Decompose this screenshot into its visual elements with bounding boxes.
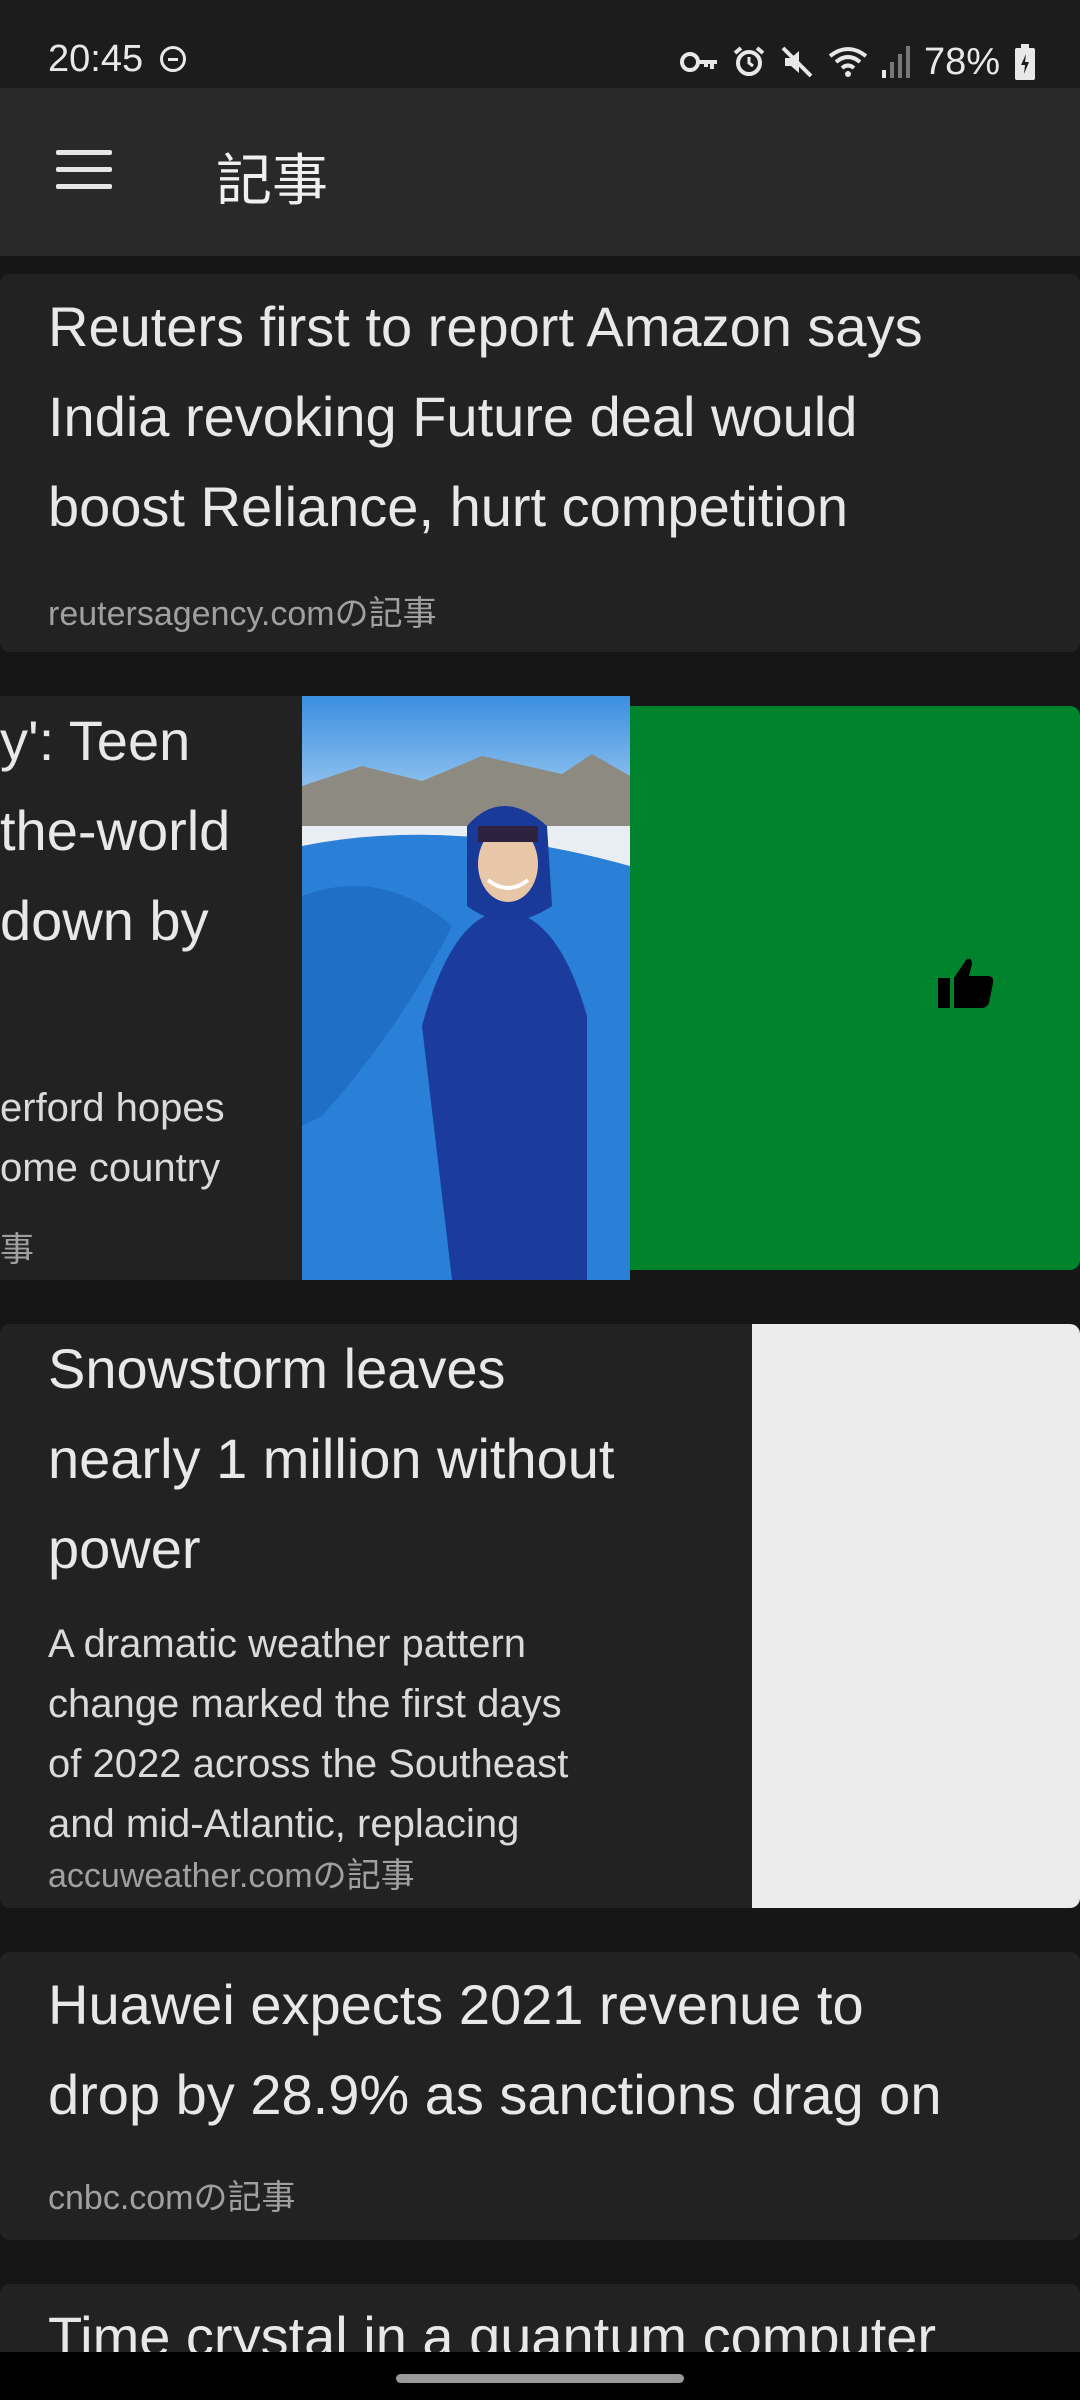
mute-icon (781, 46, 813, 78)
article-title: Snowstorm leaves nearly 1 million withou… (48, 1337, 615, 1580)
do-not-disturb-icon (160, 46, 186, 72)
article-thumbnail (302, 696, 630, 1280)
article-title: y': Teen the-world down by (0, 709, 231, 952)
battery-icon (1015, 44, 1035, 80)
article-title: Reuters first to report Amazon says Indi… (48, 295, 923, 538)
article-source: reutersagency.comの記事 (48, 595, 437, 633)
thumbs-up-icon (938, 958, 994, 1008)
article-card[interactable]: Reuters first to report Amazon says Indi… (0, 274, 1080, 652)
article-title: Huawei expects 2021 revenue to drop by 2… (48, 1973, 942, 2126)
app-bar: 記事 (0, 88, 1080, 256)
article-card[interactable]: Huawei expects 2021 revenue to drop by 2… (0, 1952, 1080, 2240)
article-card[interactable]: Snowstorm leaves nearly 1 million withou… (0, 1324, 1080, 1908)
home-gesture-handle[interactable] (396, 2374, 684, 2383)
article-thumbnail-placeholder (752, 1324, 1080, 1908)
article-source: 事 (0, 1231, 34, 1269)
status-icons: 78% (679, 38, 1036, 86)
article-card-swiping[interactable]: y': Teen the-world down by erford hopes … (0, 696, 302, 1280)
signal-icon (881, 46, 910, 78)
vpn-key-icon (679, 52, 717, 72)
wifi-icon (828, 47, 868, 77)
article-snippet: erford hopes ome country (0, 1086, 225, 1190)
battery-percent: 78% (923, 40, 1000, 83)
article-source: cnbc.comの記事 (48, 2179, 296, 2217)
hamburger-menu-icon[interactable] (56, 150, 112, 190)
status-bar: 20:45 78% (0, 0, 1080, 88)
swipe-like-background (620, 706, 1080, 1270)
status-time: 20:45 (48, 38, 144, 80)
article-source: accuweather.comの記事 (48, 1857, 415, 1895)
alarm-icon (733, 46, 765, 76)
page-title: 記事 (216, 149, 328, 214)
article-snippet: A dramatic weather pattern change marked… (48, 1622, 569, 1846)
